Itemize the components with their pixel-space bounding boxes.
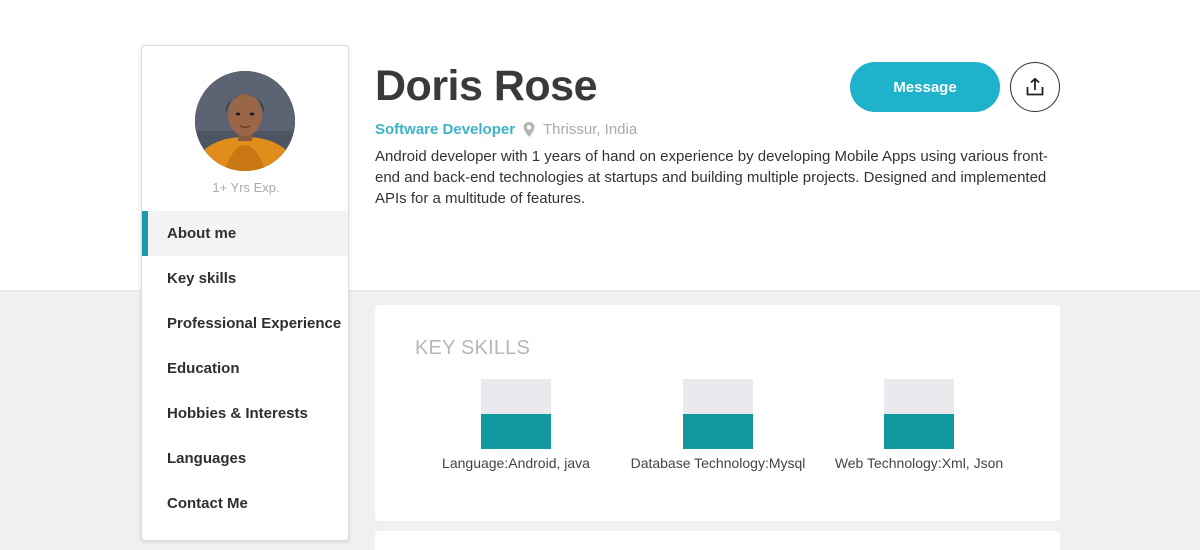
- skill-level-bar: [481, 379, 551, 449]
- skill-level-fill: [683, 414, 753, 449]
- next-section-card: [375, 531, 1060, 550]
- sidebar-item-languages[interactable]: Languages: [142, 436, 348, 481]
- skill-item: Database Technology:Mysql: [618, 379, 818, 471]
- sidebar-item-contact-me[interactable]: Contact Me: [142, 481, 348, 526]
- profile-name: Doris Rose: [375, 62, 598, 110]
- share-button[interactable]: [1010, 62, 1060, 112]
- skill-item: Language:Android, java: [416, 379, 616, 471]
- skill-level-bar: [683, 379, 753, 449]
- key-skills-card: KEY SKILLS Language:Android, java Databa…: [375, 305, 1060, 521]
- skill-level-fill: [884, 414, 954, 449]
- skill-label: Web Technology:Xml, Json: [834, 455, 1004, 471]
- key-skills-title: KEY SKILLS: [415, 337, 531, 359]
- profile-sidebar: 1+ Yrs Exp. About me Key skills Professi…: [141, 45, 349, 541]
- skill-label: Language:Android, java: [442, 455, 590, 471]
- share-upload-icon: [1026, 77, 1044, 96]
- sidebar-item-hobbies[interactable]: Hobbies & Interests: [142, 391, 348, 436]
- profile-location: Thrissur, India: [543, 121, 638, 138]
- skill-item: Web Technology:Xml, Json: [819, 379, 1019, 471]
- sidebar-item-about-me[interactable]: About me: [142, 211, 348, 256]
- profile-role: Software Developer: [375, 121, 516, 138]
- sidebar-item-key-skills[interactable]: Key skills: [142, 256, 348, 301]
- experience-text: 1+ Yrs Exp.: [212, 180, 280, 195]
- avatar: [195, 71, 295, 171]
- sidebar-item-professional-experience[interactable]: Professional Experience: [142, 301, 348, 346]
- sidebar-nav: About me Key skills Professional Experie…: [142, 211, 348, 526]
- message-button[interactable]: Message: [850, 62, 1000, 112]
- location-pin-icon: [523, 122, 535, 137]
- sidebar-item-education[interactable]: Education: [142, 346, 348, 391]
- skill-level-fill: [481, 414, 551, 449]
- skill-label: Database Technology:Mysql: [630, 455, 806, 471]
- skill-level-bar: [884, 379, 954, 449]
- profile-bio: Android developer with 1 years of hand o…: [375, 148, 1048, 207]
